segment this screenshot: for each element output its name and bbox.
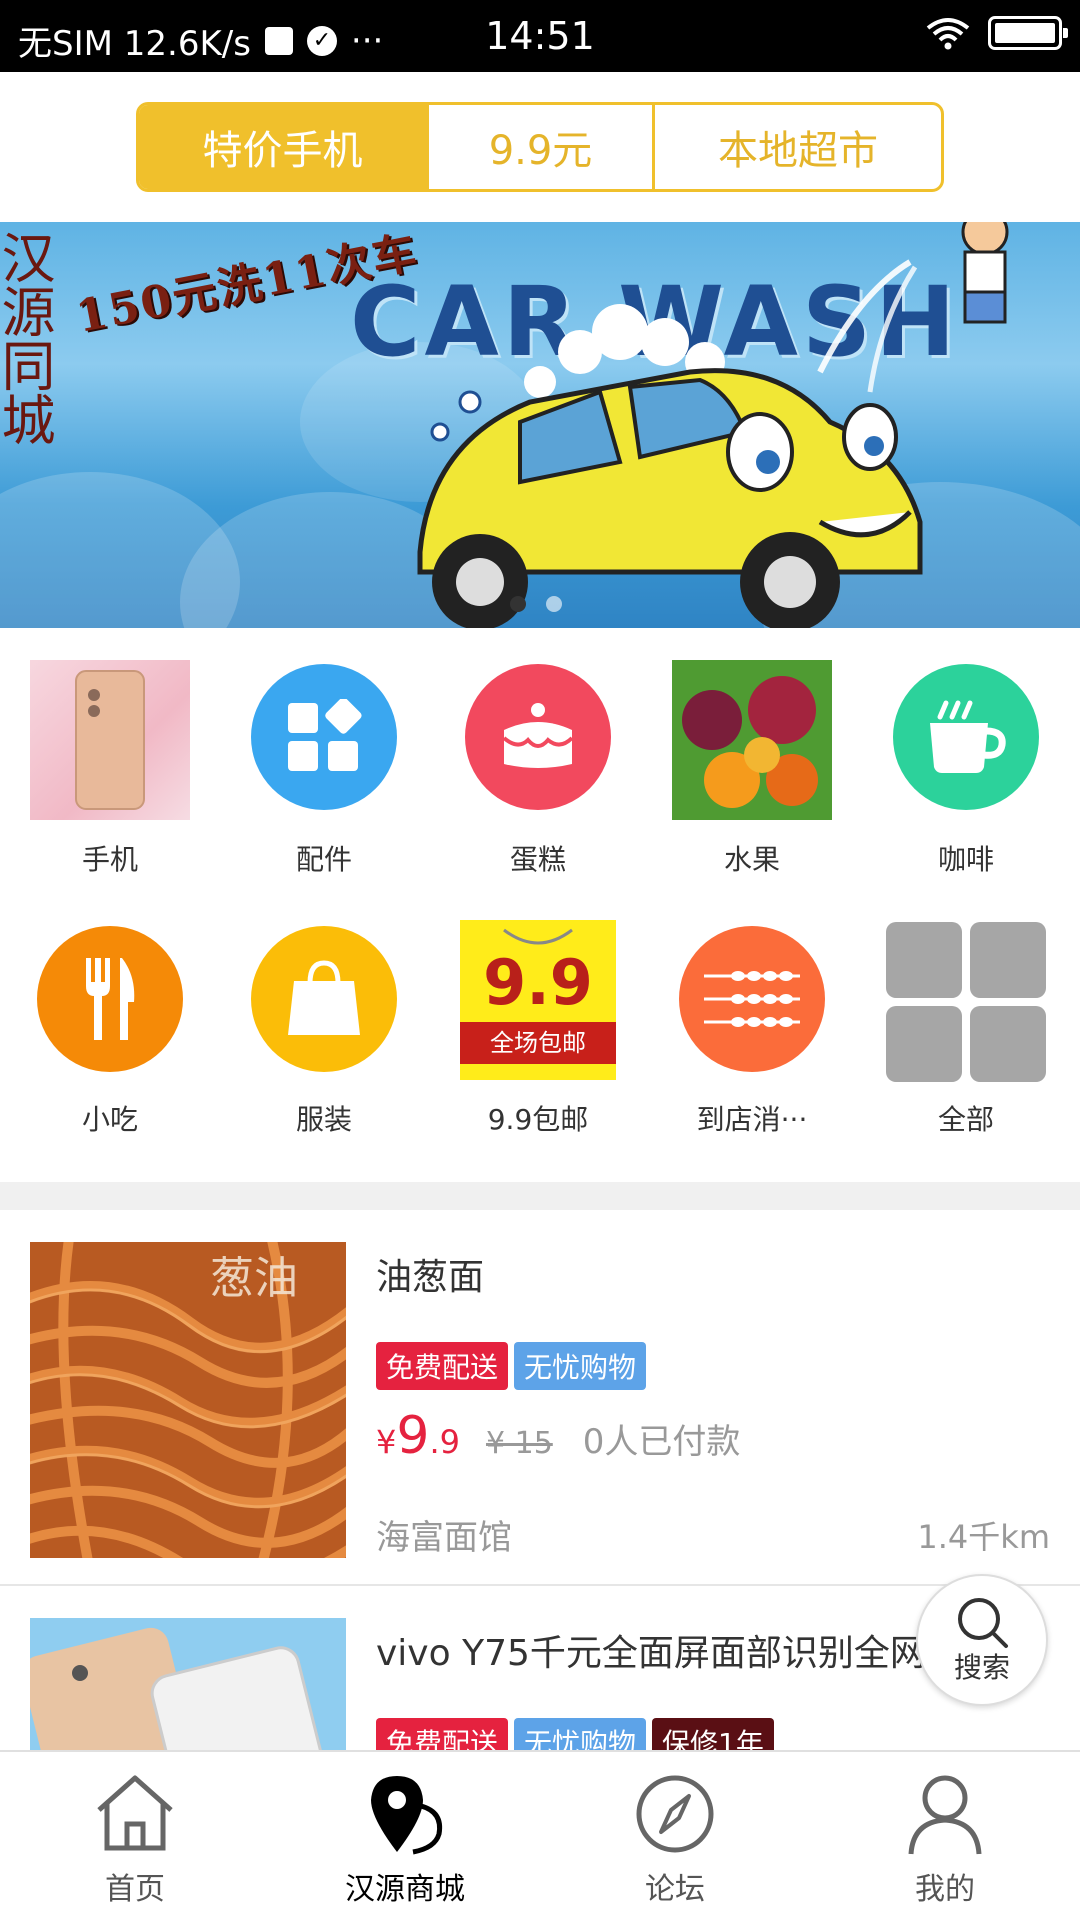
price-symbol: ¥: [376, 1423, 397, 1461]
product-title: vivo Y75千元全面屏面部识别全网: [376, 1633, 926, 1674]
banner-dot[interactable]: [546, 596, 562, 612]
shop-name: 海富面馆: [376, 1518, 512, 1558]
price-decimal: .9: [429, 1423, 460, 1461]
banner-dot[interactable]: [510, 596, 526, 612]
bag-handle-icon: [503, 928, 573, 945]
distance: 1.4千km: [917, 1518, 1050, 1556]
shopping-bag-icon: [251, 926, 397, 1072]
phone-illustration: [75, 670, 145, 810]
battery-icon: [988, 16, 1068, 50]
fruit-illustration: [672, 660, 832, 820]
wifi-icon: [926, 18, 970, 50]
fruit-photo-icon: [672, 660, 832, 820]
segment-special-phones[interactable]: 特价手机: [139, 105, 429, 189]
product-card[interactable]: vivo Y75千元全面屏面部识别全网 免费配送 无忧购物 保修1年: [0, 1586, 1080, 1750]
category-label: 小吃: [81, 1103, 138, 1136]
category-label: 手机: [81, 843, 138, 876]
tab-label: 论坛: [645, 1872, 705, 1907]
banner-pagination: [510, 596, 562, 612]
tab-mine[interactable]: 我的: [810, 1752, 1080, 1920]
product-tags: 免费配送 无忧购物: [376, 1342, 647, 1390]
bottom-tab-bar: 首页 汉源商城 论坛 我的: [0, 1750, 1080, 1920]
category-cake[interactable]: 蛋糕: [430, 664, 646, 894]
search-fab[interactable]: 搜索: [916, 1574, 1048, 1706]
tab-hanyuan-mall[interactable]: 汉源商城: [270, 1752, 540, 1920]
segment-local-supermarket[interactable]: 本地超市: [655, 105, 941, 189]
cake-icon: [465, 664, 611, 810]
search-icon: [958, 1598, 1008, 1648]
product-image: [30, 1618, 346, 1750]
status-time: 14:51: [485, 14, 595, 58]
status-bar: 无SIM 12.6K/s ✓ ··· 14:51: [0, 0, 1080, 72]
sold-count: 0人已付款: [582, 1422, 741, 1462]
status-right: [926, 16, 1068, 50]
category-label: 全部: [937, 1103, 994, 1136]
tag-free-delivery: 免费配送: [376, 1718, 509, 1750]
product-tags: 免费配送 无忧购物 保修1年: [376, 1718, 774, 1750]
category-accessories[interactable]: 配件: [216, 664, 432, 894]
location-pin-icon: [371, 1776, 443, 1855]
phone-photo-icon: [30, 660, 190, 820]
category-label: 9.9包邮: [487, 1103, 589, 1136]
category-phone[interactable]: 手机: [2, 660, 218, 890]
user-icon: [908, 1775, 982, 1855]
apps-icon: [251, 664, 397, 810]
product-title: 油葱面: [376, 1257, 485, 1298]
tab-label: 首页: [105, 1872, 165, 1907]
compass-icon: [636, 1775, 714, 1853]
category-label: 配件: [295, 843, 352, 876]
category-label: 到店消···: [696, 1103, 808, 1136]
category-label: 水果: [723, 843, 780, 876]
tag-warranty: 保修1年: [652, 1718, 774, 1750]
tab-forum[interactable]: 论坛: [540, 1752, 810, 1920]
category-coffee[interactable]: 咖啡: [858, 664, 1074, 894]
free-shipping-badge: 9.9 全场包邮: [460, 920, 616, 1080]
category-fruit[interactable]: 水果: [644, 660, 860, 890]
home-icon: [97, 1775, 173, 1851]
search-fab-label: 搜索: [953, 1651, 1010, 1684]
tag-worry-free: 无忧购物: [514, 1718, 647, 1750]
badge-text: 全场包邮: [460, 1022, 616, 1064]
coffee-icon: [893, 664, 1039, 810]
price-row: ¥ 9 .9 ¥ 15 0人已付款: [376, 1406, 740, 1466]
tab-home[interactable]: 首页: [0, 1752, 270, 1920]
category-segmented-control: 特价手机 9.9元 本地超市: [136, 102, 944, 192]
category-label: 服装: [295, 1103, 352, 1136]
product-image-text: 葱油: [210, 1253, 298, 1304]
segment-9-9-yuan[interactable]: 9.9元: [429, 105, 655, 189]
promo-banner[interactable]: 汉源同城 150元洗11次车 CAR WASH: [0, 222, 1080, 628]
category-label: 咖啡: [937, 843, 994, 876]
product-card[interactable]: 葱油 油葱面 免费配送 无忧购物 ¥ 9 .9 ¥ 15 0人已付款 海富面馆 …: [0, 1210, 1080, 1586]
tag-worry-free: 无忧购物: [514, 1342, 647, 1390]
category-label: 蛋糕: [509, 843, 566, 876]
price-integer: 9: [396, 1406, 430, 1466]
category-9-9-free-shipping[interactable]: 9.9 全场包邮 9.9包邮: [430, 920, 646, 1150]
car-illustration: [417, 222, 1009, 628]
category-all[interactable]: 全部: [858, 920, 1074, 1150]
tab-label: 我的: [915, 1872, 975, 1907]
product-image: 葱油: [30, 1242, 346, 1558]
section-divider: [0, 1182, 1080, 1210]
fork-knife-icon: [37, 926, 183, 1072]
original-price: ¥ 15: [485, 1426, 553, 1461]
category-snacks[interactable]: 小吃: [2, 926, 218, 1156]
skewer-icon: [679, 926, 825, 1072]
category-clothing[interactable]: 服装: [216, 926, 432, 1156]
badge-price: 9.9: [483, 946, 593, 1019]
category-in-store[interactable]: 到店消···: [644, 926, 860, 1156]
grid-icon: [884, 920, 1048, 1084]
tag-free-delivery: 免费配送: [376, 1342, 509, 1390]
tab-label: 汉源商城: [345, 1872, 465, 1907]
